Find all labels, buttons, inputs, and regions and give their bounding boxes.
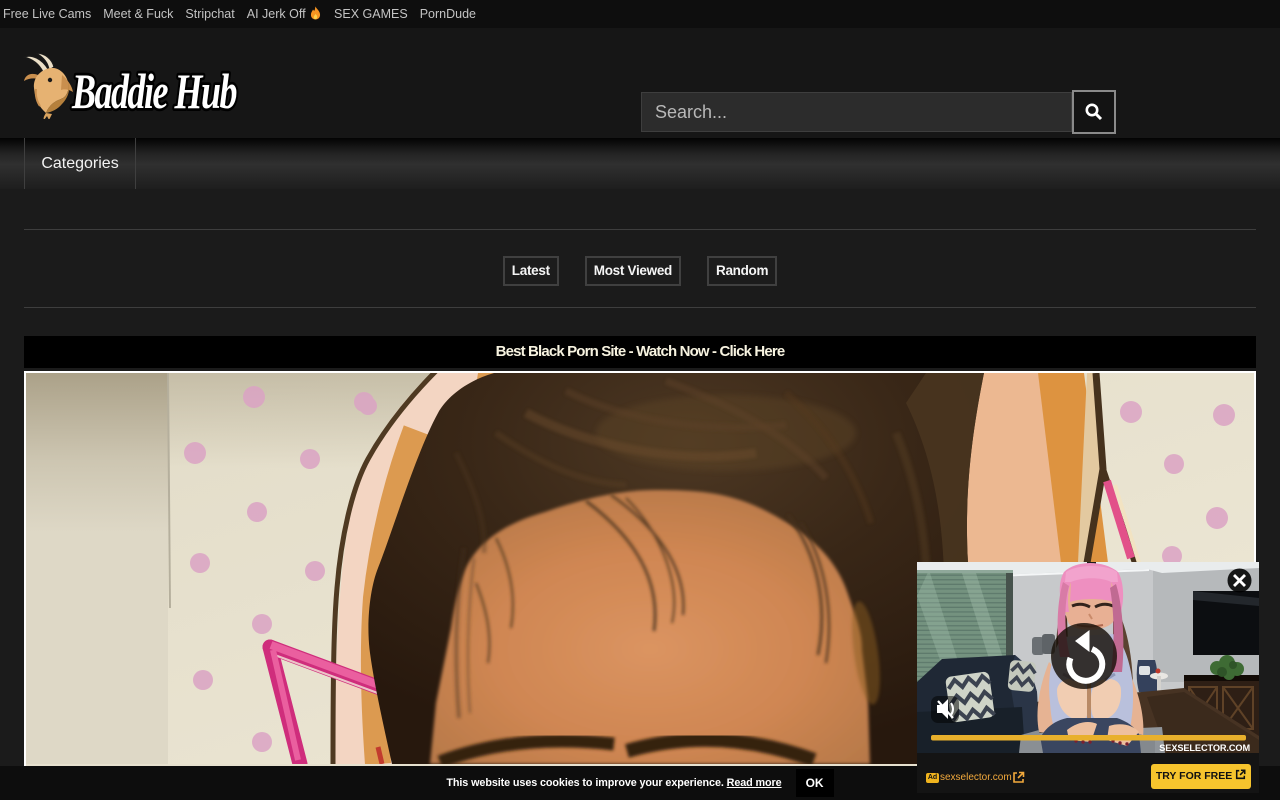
svg-text:SEXSELECTOR.COM: SEXSELECTOR.COM — [1159, 743, 1250, 753]
svg-text:Baddie Hub: Baddie Hub — [71, 64, 237, 119]
